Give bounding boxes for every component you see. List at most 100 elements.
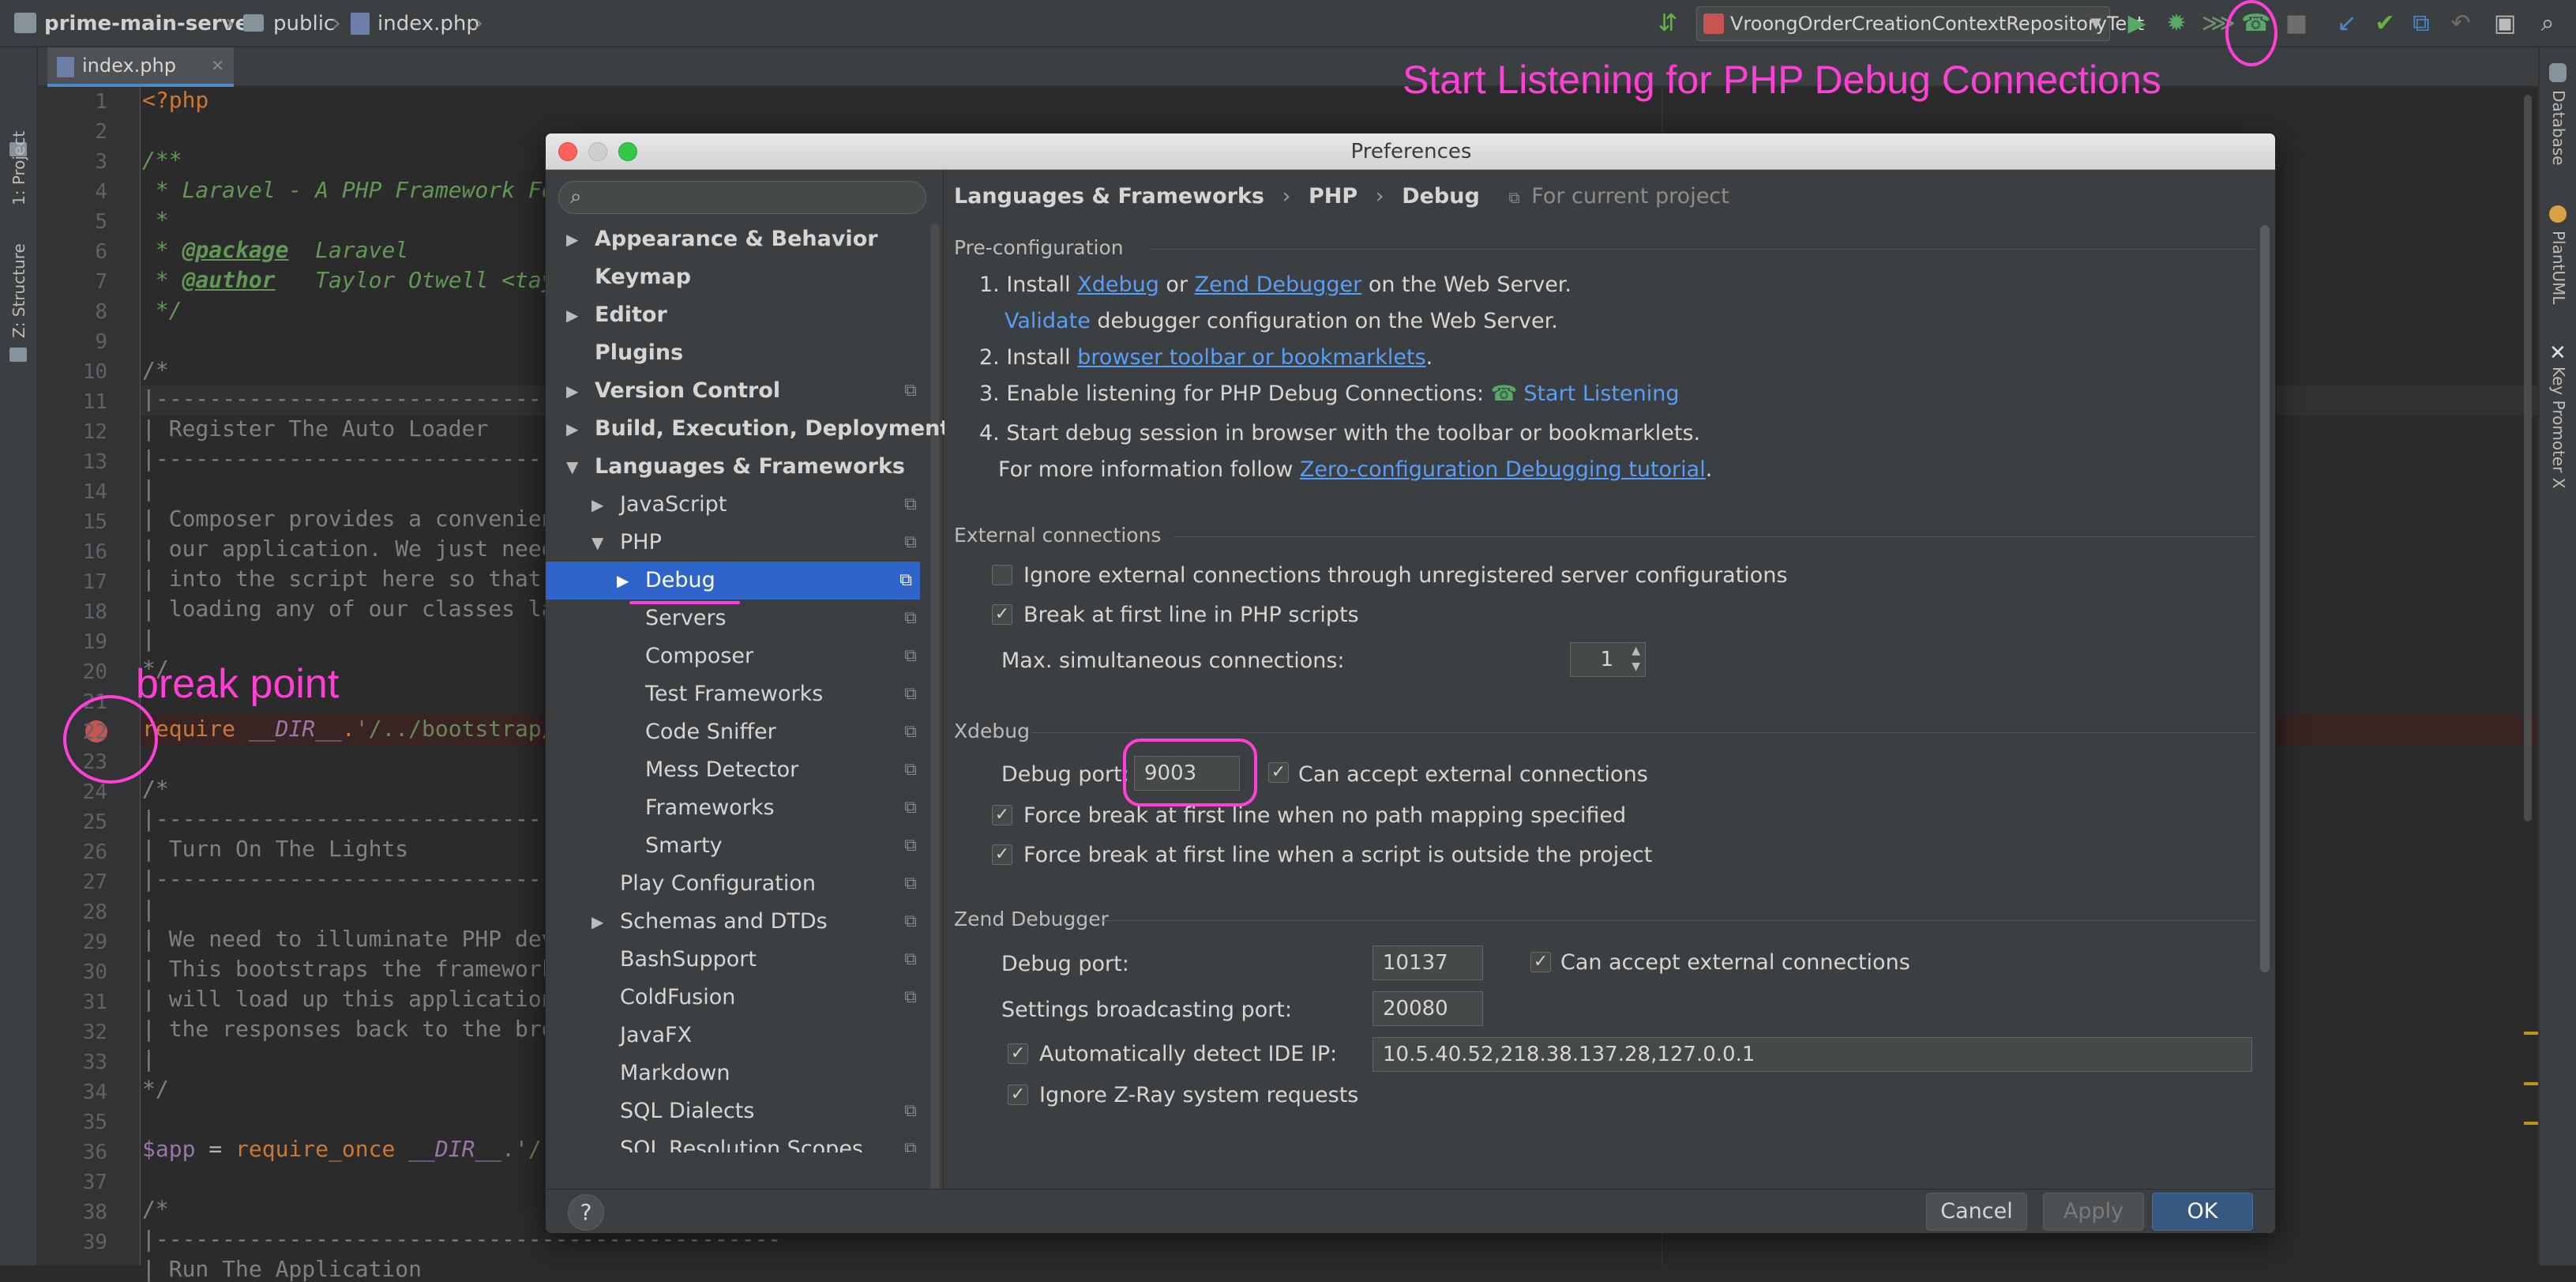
zend-debugger-link[interactable]: Zend Debugger — [1195, 273, 1362, 297]
code-line[interactable]: | will load up this application — [142, 986, 555, 1012]
nav-item-bashsupport[interactable]: BashSupport ⧉ — [546, 941, 925, 979]
search-everywhere-icon[interactable]: ⌕ — [2535, 11, 2560, 36]
code-line[interactable]: /** — [142, 147, 182, 173]
ide-ip-input[interactable]: 10.5.40.52,218.38.137.28,127.0.0.1 — [1372, 1037, 2252, 1072]
vcs-commit-icon[interactable]: ✔ — [2372, 11, 2398, 36]
code-line[interactable]: | Composer provides a convenient — [142, 506, 568, 532]
nav-item-sql-resolution[interactable]: SQL Resolution Scopes ⧉ — [546, 1130, 925, 1152]
browser-toolbar-link[interactable]: browser toolbar or bookmarklets — [1077, 345, 1425, 370]
nav-item-javafx[interactable]: JavaFX — [546, 1017, 925, 1055]
vcs-update-project-icon[interactable]: ↙ — [2334, 11, 2360, 36]
vcs-history-icon[interactable]: ⧉ — [2409, 11, 2434, 36]
code-line[interactable]: /* — [142, 1196, 169, 1222]
code-line[interactable]: | — [142, 476, 156, 502]
validate-link[interactable]: Validate — [1004, 309, 1091, 333]
force-break-outside-checkbox[interactable]: ✓ — [992, 844, 1012, 865]
nav-item-markdown[interactable]: Markdown — [546, 1055, 925, 1092]
code-line[interactable]: require __DIR__.'/../bootstrap/a — [142, 716, 568, 742]
nav-item-keymap[interactable]: Keymap — [546, 258, 925, 296]
nav-item-code-sniffer[interactable]: Code Sniffer ⧉ — [546, 713, 925, 751]
nav-item-schemas[interactable]: ▶ Schemas and DTDs ⧉ — [546, 903, 925, 941]
zend-accept-external-checkbox[interactable]: ✓ — [1530, 952, 1551, 972]
run-configuration-select[interactable]: VroongOrderCreationContextRepositoryTest… — [1696, 6, 2144, 41]
nav-scrollbar[interactable] — [931, 224, 939, 1219]
debug-icon[interactable]: ✹ — [2164, 11, 2189, 36]
project-tool-button[interactable]: 1: Project — [9, 131, 28, 205]
ignore-external-checkbox[interactable] — [992, 565, 1012, 585]
code-line[interactable]: | — [142, 896, 156, 922]
xdebug-link[interactable]: Xdebug — [1077, 273, 1159, 297]
nav-item-languages[interactable]: ▼ Languages & Frameworks — [546, 448, 925, 486]
code-line[interactable]: * @author Taylor Otwell <tayl — [142, 267, 569, 293]
editor-scrollbar[interactable] — [2524, 95, 2532, 821]
auto-detect-ip-checkbox[interactable]: ✓ — [1008, 1043, 1028, 1064]
structure-tool-button[interactable]: Z: Structure — [9, 243, 28, 338]
code-line[interactable]: | This bootstraps the framework — [142, 956, 555, 982]
code-line[interactable]: /* — [142, 357, 169, 383]
nav-item-editor[interactable]: ▶ Editor — [546, 296, 925, 334]
settings-search-input[interactable]: ⌕ — [558, 181, 926, 214]
nav-item-smarty[interactable]: Smarty ⧉ — [546, 827, 925, 865]
coverage-icon[interactable]: ⋙ — [2202, 11, 2236, 36]
code-line[interactable]: | — [142, 1046, 156, 1072]
code-line[interactable]: | Turn On The Lights — [142, 836, 408, 862]
break-first-line-checkbox[interactable]: ✓ — [992, 604, 1012, 625]
content-scrollbar[interactable] — [2260, 225, 2270, 972]
nav-item-build[interactable]: ▶ Build, Execution, Deployment — [546, 410, 950, 448]
spinner-down-icon[interactable]: ▼ — [1632, 660, 1640, 673]
code-line[interactable]: * — [142, 207, 169, 233]
settings-search-field[interactable] — [600, 185, 916, 210]
nav-item-version-control[interactable]: ▶ Version Control ⧉ — [546, 372, 925, 410]
nav-item-frameworks[interactable]: Frameworks ⧉ — [546, 789, 925, 827]
plantuml-tool-button[interactable]: PlantUML — [2549, 231, 2568, 304]
help-button[interactable]: ? — [568, 1194, 604, 1231]
nav-item-test-frameworks[interactable]: Test Frameworks ⧉ — [546, 675, 925, 713]
code-line[interactable]: | Run The Application — [142, 1256, 422, 1282]
start-listening-link[interactable]: Start Listening — [1523, 382, 1679, 406]
nav-item-debug-selected[interactable]: ▶ Debug ⧉ — [546, 562, 920, 600]
stop-icon[interactable]: ■ — [2284, 11, 2309, 36]
nav-item-php[interactable]: ▼ PHP ⧉ — [546, 524, 925, 562]
code-line[interactable]: * @package Laravel — [142, 237, 408, 263]
code-line[interactable]: | into the script here so that w — [142, 566, 568, 592]
code-line[interactable]: | We need to illuminate PHP deve — [142, 926, 568, 952]
max-connections-spinner[interactable]: 1 ▲ ▼ — [1570, 642, 1646, 677]
ok-button[interactable]: OK — [2152, 1193, 2253, 1231]
zero-config-tutorial-link[interactable]: Zero-configuration Debugging tutorial — [1300, 457, 1706, 482]
nav-item-appearance[interactable]: ▶ Appearance & Behavior — [546, 220, 925, 258]
close-icon[interactable]: ✕ — [211, 47, 224, 84]
breadcrumb-file[interactable]: index.php — [377, 0, 479, 47]
spinner-up-icon[interactable]: ▲ — [1632, 645, 1640, 657]
nav-item-servers[interactable]: Servers ⧉ — [546, 600, 925, 637]
code-line[interactable]: | our application. We just need — [142, 536, 555, 562]
code-line[interactable]: <?php — [142, 87, 208, 113]
database-tool-button[interactable]: Database — [2549, 90, 2568, 165]
nav-item-play-configuration[interactable]: Play Configuration ⧉ — [546, 865, 925, 903]
ignore-zray-checkbox[interactable]: ✓ — [1008, 1085, 1028, 1105]
cancel-button[interactable]: Cancel — [1926, 1193, 2027, 1231]
force-break-no-mapping-checkbox[interactable]: ✓ — [992, 805, 1012, 825]
nav-item-composer[interactable]: Composer ⧉ — [546, 637, 925, 675]
code-line[interactable]: */ — [142, 297, 182, 323]
zend-port-input[interactable]: 10137 — [1372, 946, 1483, 980]
nav-item-javascript[interactable]: ▶ JavaScript ⧉ — [546, 486, 925, 524]
nav-item-coldfusion[interactable]: ColdFusion ⧉ — [546, 979, 925, 1017]
code-line[interactable]: $app = require_once __DIR__.'/.. — [142, 1136, 568, 1162]
code-line[interactable]: * Laravel - A PHP Framework For — [142, 177, 569, 203]
xdebug-accept-external-checkbox[interactable]: ✓ — [1268, 762, 1289, 783]
key-promoter-tool-button[interactable]: Key Promoter X — [2549, 367, 2568, 489]
code-line[interactable]: | — [142, 626, 156, 652]
run-icon[interactable]: ▶ — [2124, 11, 2150, 36]
nav-item-mess-detector[interactable]: Mess Detector ⧉ — [546, 751, 925, 789]
broadcast-port-input[interactable]: 20080 — [1372, 991, 1483, 1026]
code-line[interactable]: | Register The Auto Loader — [142, 415, 488, 442]
editor-tab-index-php[interactable]: index.php ✕ — [47, 47, 234, 87]
project-structure-icon[interactable]: ▣ — [2492, 11, 2518, 36]
vcs-update-icon[interactable]: ⇵ — [1655, 11, 1680, 36]
code-line[interactable]: */ — [142, 1076, 169, 1102]
vcs-rollback-icon[interactable]: ↶ — [2448, 11, 2473, 36]
apply-button[interactable]: Apply — [2043, 1193, 2144, 1231]
code-line[interactable]: | loading any of our classes lat — [142, 596, 568, 622]
code-line[interactable]: | the responses back to the brow — [142, 1016, 568, 1042]
code-line[interactable]: /* — [142, 776, 169, 802]
